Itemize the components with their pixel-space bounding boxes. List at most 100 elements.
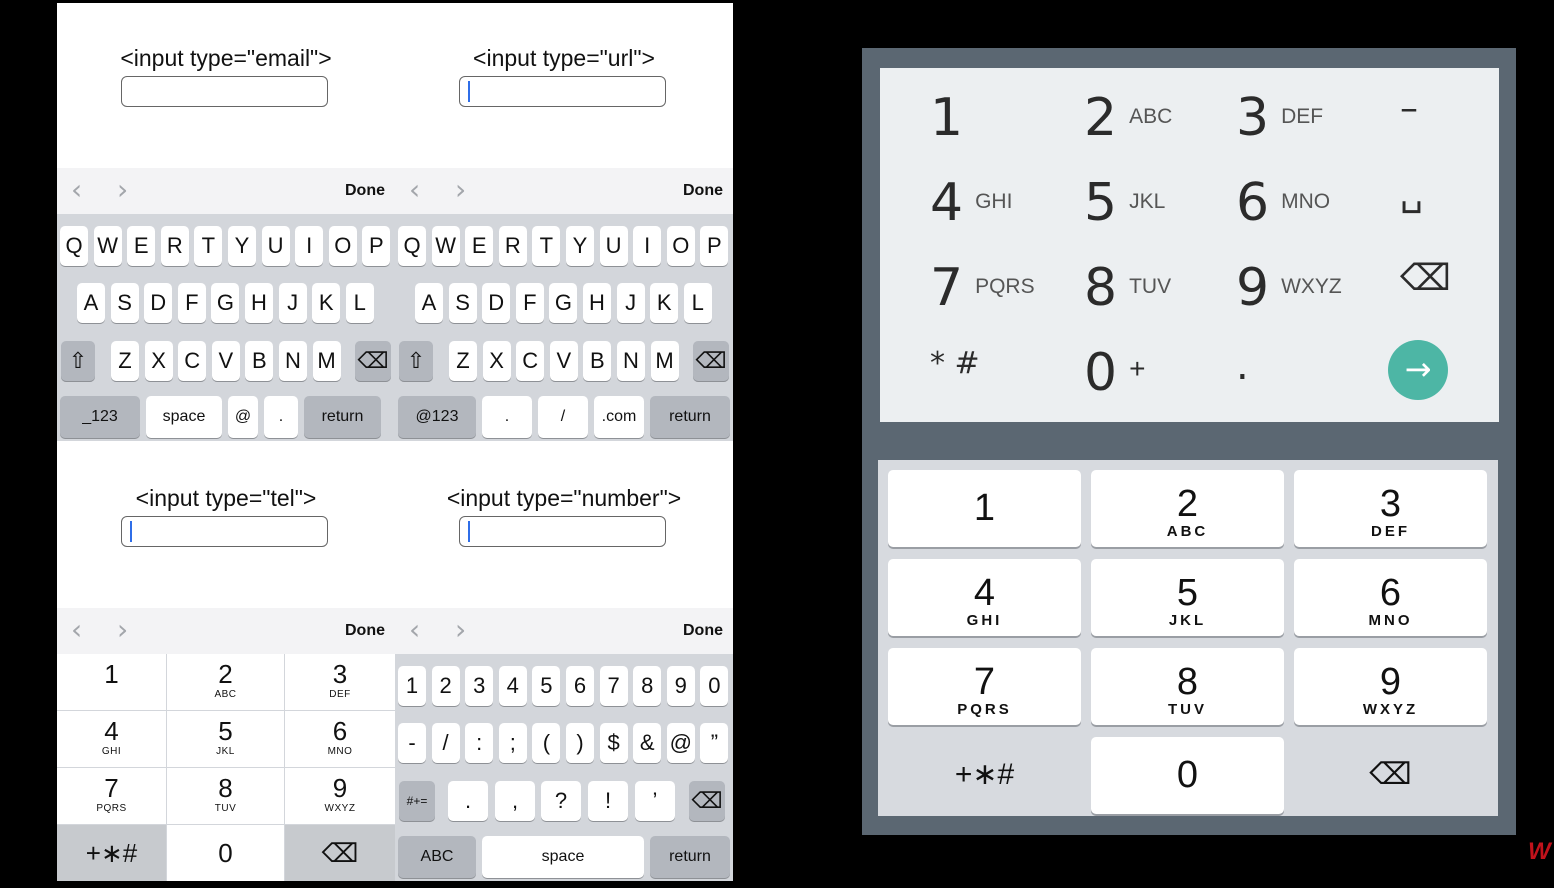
done-button[interactable]: Done <box>345 182 385 200</box>
digit-key-3[interactable]: 3 DEF <box>1294 470 1487 547</box>
bottom-row-key[interactable]: _123 <box>60 396 140 438</box>
android-key[interactable]: – <box>1400 88 1430 129</box>
android-key[interactable]: 9 WXYZ <box>1236 258 1342 318</box>
key-5[interactable]: 5 <box>532 666 561 706</box>
digit-key-6[interactable]: 6 MNO <box>285 711 395 767</box>
bottom-row-key[interactable]: return <box>650 396 730 438</box>
key-x[interactable]: X <box>144 341 173 381</box>
android-key[interactable]: . <box>1236 343 1261 389</box>
android-key[interactable]: 7 PQRS <box>930 258 1035 318</box>
key-8[interactable]: 8 <box>633 666 662 706</box>
key-w[interactable]: W <box>93 226 122 266</box>
key-9[interactable]: 9 <box>666 666 695 706</box>
key-4[interactable]: 4 <box>498 666 527 706</box>
digit-key-4[interactable]: 4 GHI <box>888 559 1081 636</box>
backspace-key-icon[interactable]: ⌫ <box>689 781 725 821</box>
digit-key-5[interactable]: 5 JKL <box>1091 559 1284 636</box>
symbol-key[interactable]: / <box>431 723 460 763</box>
symbol-key[interactable]: ; <box>498 723 527 763</box>
next-field-arrow-icon[interactable]: › <box>455 175 466 205</box>
text-input-field[interactable] <box>121 516 328 547</box>
return-key[interactable]: return <box>650 836 730 878</box>
delete-key-icon[interactable]: ⌫ <box>1294 737 1487 814</box>
key-h[interactable]: H <box>583 283 611 323</box>
symbol-key[interactable]: : <box>465 723 494 763</box>
key-r[interactable]: R <box>160 226 189 266</box>
digit-key-5[interactable]: 5 JKL <box>167 711 284 767</box>
symbols-key[interactable]: +∗# <box>57 825 166 881</box>
punctuation-key[interactable]: . <box>448 781 488 821</box>
key-6[interactable]: 6 <box>566 666 594 706</box>
key-b[interactable]: B <box>245 341 274 381</box>
punctuation-key[interactable]: ! <box>588 781 628 821</box>
key-f[interactable]: F <box>177 283 206 323</box>
android-key[interactable]: 5 JKL <box>1084 173 1165 233</box>
shift-key-icon[interactable]: ⇧ <box>61 341 95 381</box>
android-key[interactable]: ⌫ <box>1400 258 1463 299</box>
key-m[interactable]: M <box>650 341 679 381</box>
key-e[interactable]: E <box>465 226 494 266</box>
go-next-arrow-icon[interactable]: → <box>1388 340 1448 400</box>
android-key[interactable]: 0 + <box>1084 343 1145 403</box>
key-0[interactable]: 0 <box>700 666 729 706</box>
key-u[interactable]: U <box>599 226 628 266</box>
key-u[interactable]: U <box>261 226 290 266</box>
digit-key-2[interactable]: 2 ABC <box>167 654 284 710</box>
symbols-key[interactable]: +∗# <box>888 737 1081 814</box>
key-7[interactable]: 7 <box>599 666 628 706</box>
key-d[interactable]: D <box>144 283 173 323</box>
digit-key-7[interactable]: 7 PQRS <box>888 648 1081 725</box>
previous-field-arrow-icon[interactable]: ‹ <box>71 615 82 645</box>
key-3[interactable]: 3 <box>465 666 494 706</box>
backspace-key-icon[interactable]: ⌫ <box>693 341 729 381</box>
next-field-arrow-icon[interactable]: › <box>117 615 128 645</box>
bottom-row-key[interactable]: .com <box>594 396 644 438</box>
symbol-key[interactable]: @ <box>666 723 695 763</box>
key-d[interactable]: D <box>482 283 511 323</box>
digit-key-8[interactable]: 8 TUV <box>1091 648 1284 725</box>
android-key[interactable]: * # <box>930 343 992 381</box>
android-key[interactable]: 6 MNO <box>1236 173 1330 233</box>
key-e[interactable]: E <box>127 226 156 266</box>
next-field-arrow-icon[interactable]: › <box>455 615 466 645</box>
key-r[interactable]: R <box>498 226 527 266</box>
key-g[interactable]: G <box>549 283 578 323</box>
previous-field-arrow-icon[interactable]: ‹ <box>71 175 82 205</box>
key-p[interactable]: P <box>700 226 729 266</box>
android-key[interactable]: 8 TUV <box>1084 258 1171 318</box>
symbol-key[interactable]: & <box>633 723 662 763</box>
key-y[interactable]: Y <box>228 226 256 266</box>
key-j[interactable]: J <box>616 283 645 323</box>
more-symbols-key[interactable]: #+= <box>399 781 435 821</box>
shift-key-icon[interactable]: ⇧ <box>399 341 433 381</box>
key-k[interactable]: K <box>650 283 679 323</box>
symbol-key[interactable]: ) <box>566 723 594 763</box>
key-o[interactable]: O <box>328 226 357 266</box>
punctuation-key[interactable]: ’ <box>635 781 675 821</box>
digit-key-8[interactable]: 8 TUV <box>167 768 284 824</box>
digit-key-0[interactable]: 0 <box>167 825 284 881</box>
bottom-row-key[interactable]: @ <box>228 396 258 438</box>
key-j[interactable]: J <box>278 283 307 323</box>
android-key[interactable]: ␣ <box>1400 173 1435 214</box>
key-w[interactable]: W <box>431 226 460 266</box>
bottom-row-key[interactable]: return <box>304 396 381 438</box>
key-f[interactable]: F <box>515 283 544 323</box>
key-s[interactable]: S <box>110 283 139 323</box>
text-input-field[interactable] <box>459 516 666 547</box>
key-a[interactable]: A <box>77 283 105 323</box>
key-t[interactable]: T <box>194 226 223 266</box>
key-l[interactable]: L <box>683 283 712 323</box>
key-i[interactable]: I <box>295 226 324 266</box>
key-q[interactable]: Q <box>60 226 88 266</box>
key-m[interactable]: M <box>312 341 341 381</box>
key-h[interactable]: H <box>245 283 273 323</box>
key-2[interactable]: 2 <box>431 666 460 706</box>
digit-key-0[interactable]: 0 <box>1091 737 1284 814</box>
digit-key-1[interactable]: 1 <box>57 654 166 710</box>
symbol-key[interactable]: - <box>398 723 426 763</box>
text-input-field[interactable] <box>121 76 328 107</box>
key-s[interactable]: S <box>448 283 477 323</box>
punctuation-key[interactable]: , <box>495 781 535 821</box>
key-n[interactable]: N <box>617 341 645 381</box>
